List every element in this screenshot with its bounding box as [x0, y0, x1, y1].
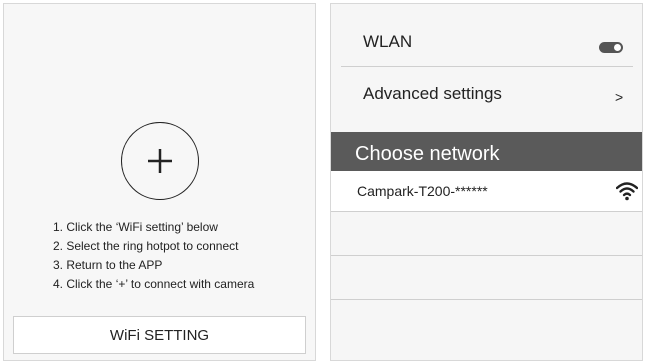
wlan-toggle[interactable]: [599, 42, 623, 53]
wlan-row: WLAN: [331, 4, 642, 66]
wifi-setting-button[interactable]: WiFi SETTING: [13, 316, 306, 354]
advanced-settings-label: Advanced settings: [363, 84, 502, 103]
step-1: 1. Click the ‘WiFi setting’ below: [53, 220, 218, 234]
step-4: 4. Click the ‘+’ to connect with camera: [53, 277, 255, 291]
wifi-icon: [616, 182, 638, 201]
choose-network-header: Choose network: [331, 132, 642, 171]
empty-list-row: [331, 256, 642, 300]
right-panel: WLAN Advanced settings > Choose network …: [330, 3, 643, 361]
network-name: Campark-T200-******: [357, 183, 488, 199]
chevron-right-icon: >: [615, 89, 624, 105]
plus-icon: [148, 149, 172, 173]
advanced-settings-row[interactable]: Advanced settings >: [331, 67, 642, 131]
left-panel: 1. Click the ‘WiFi setting’ below 2. Sel…: [3, 3, 316, 361]
network-list-item[interactable]: Campark-T200-******: [331, 171, 642, 212]
add-camera-button[interactable]: [121, 122, 199, 200]
step-3: 3. Return to the APP: [53, 258, 163, 272]
instruction-steps: 1. Click the ‘WiFi setting’ below 2. Sel…: [53, 218, 254, 294]
wlan-label: WLAN: [363, 32, 413, 51]
empty-list-row: [331, 212, 642, 256]
step-2: 2. Select the ring hotpot to connect: [53, 239, 239, 253]
